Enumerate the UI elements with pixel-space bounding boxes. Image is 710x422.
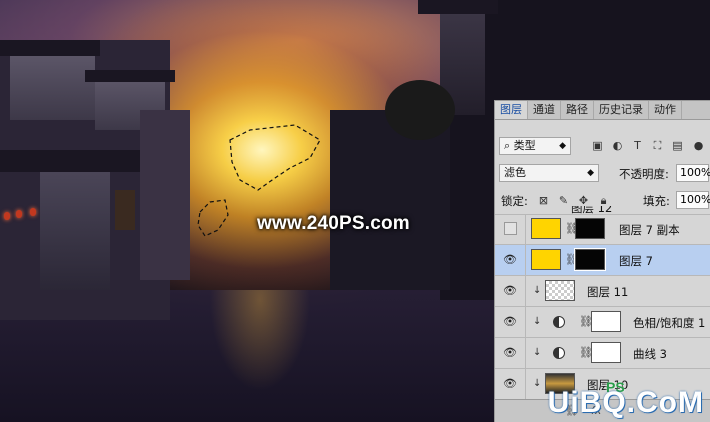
adjustment-layer-icon: [553, 347, 565, 359]
site-logo: PS UiBQ.CoM: [548, 375, 710, 422]
opacity-input[interactable]: 100%: [676, 164, 710, 182]
search-icon: ⌕: [504, 139, 514, 152]
layer-mask-thumbnail[interactable]: [591, 311, 621, 332]
mask-link-icon[interactable]: ⛓: [579, 346, 593, 359]
layer-mask-thumbnail[interactable]: [591, 342, 621, 363]
visibility-toggle-off[interactable]: [504, 222, 517, 235]
layer-mask-thumbnail[interactable]: [574, 248, 606, 271]
divider: [525, 338, 526, 368]
adjustment-filter-icon[interactable]: ◐: [611, 139, 624, 152]
layer-row[interactable]: 👁︎ ↓ 图层 11: [495, 276, 710, 307]
clipping-mask-icon: ↓: [533, 285, 542, 296]
tab-layers[interactable]: 图层: [495, 101, 528, 119]
layer-mask-thumbnail[interactable]: [575, 218, 605, 239]
layer-name: 图层 7: [619, 254, 653, 268]
eye-icon[interactable]: 👁︎: [503, 316, 517, 327]
layer-row-selected[interactable]: 👁︎ ⛓ 图层 7: [495, 245, 710, 276]
blend-mode-value: 滤色: [504, 166, 526, 179]
layer-row[interactable]: ⛓ 图层 7 副本: [495, 214, 710, 245]
layer-row[interactable]: 👁︎ ↓ ⛓ 色相/饱和度 1: [495, 307, 710, 338]
layer-thumbnail: [531, 218, 561, 239]
clipping-mask-icon: ↓: [533, 347, 542, 358]
opacity-label: 不透明度:: [619, 167, 669, 181]
site-watermark: www.240PS.com: [257, 213, 410, 234]
pixel-filter-icon[interactable]: ▣: [591, 139, 604, 152]
tab-actions[interactable]: 动作: [649, 101, 682, 119]
divider: [525, 276, 526, 306]
chevron-down-icon: ◆: [587, 168, 594, 178]
mask-link-icon[interactable]: ⛓: [579, 315, 593, 328]
filter-toggle-icon[interactable]: ●: [692, 139, 705, 152]
mask-link-icon[interactable]: ⛓: [565, 222, 579, 235]
divider: [525, 369, 526, 399]
layer-thumbnail: [531, 249, 561, 270]
eye-icon[interactable]: 👁︎: [503, 347, 517, 358]
clipping-mask-icon: ↓: [533, 378, 542, 389]
type-filter-icon[interactable]: T: [631, 139, 644, 152]
divider: [525, 214, 526, 244]
logo-text: UiBQ.CoM: [547, 386, 704, 419]
layers-panel: 图层 通道 路径 历史记录 动作 ⌕ 类型 ◆ ▣ ◐ T ⛶ ▤ ● 滤色 ◆ 不…: [494, 100, 710, 422]
filter-value: 类型: [513, 139, 536, 152]
tab-paths[interactable]: 路径: [561, 101, 594, 119]
divider: [525, 245, 526, 275]
layer-thumbnail: [545, 280, 575, 301]
layer-row[interactable]: 👁︎ ↓ ⛓ 曲线 3: [495, 338, 710, 369]
chevron-down-icon: ◆: [559, 141, 566, 151]
tab-channels[interactable]: 通道: [528, 101, 561, 119]
layer-name: 图层 11: [587, 285, 629, 299]
adjustment-layer-icon: [553, 316, 565, 328]
eye-icon[interactable]: 👁︎: [503, 378, 517, 389]
layer-name: 曲线 3: [633, 347, 667, 361]
divider: [525, 307, 526, 337]
eye-icon[interactable]: 👁︎: [503, 254, 517, 265]
tab-history[interactable]: 历史记录: [594, 101, 649, 119]
panel-tabs: 图层 通道 路径 历史记录 动作: [495, 101, 710, 120]
mask-link-icon[interactable]: ⛓: [565, 253, 579, 266]
layer-filter-select[interactable]: ⌕ 类型 ◆: [499, 137, 571, 155]
smart-object-filter-icon[interactable]: ▤: [671, 139, 684, 152]
eye-icon[interactable]: 👁︎: [503, 285, 517, 296]
shape-filter-icon[interactable]: ⛶: [651, 139, 664, 152]
blend-mode-select[interactable]: 滤色 ◆: [499, 164, 599, 182]
clipping-mask-icon: ↓: [533, 316, 542, 327]
layer-name: 色相/饱和度 1: [633, 316, 706, 330]
layer-name: 图层 7 副本: [619, 223, 680, 237]
